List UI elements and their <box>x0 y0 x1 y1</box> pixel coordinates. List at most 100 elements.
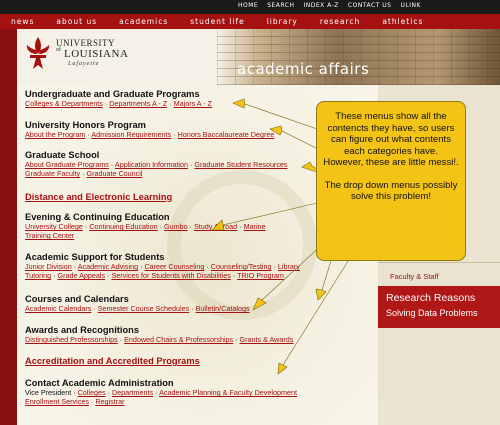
menu-link[interactable]: Study Abroad <box>194 222 237 231</box>
nav-item[interactable]: student life <box>179 14 255 29</box>
university-logo[interactable]: UNIVERSITY of LOUISIANA Lafayette <box>24 36 134 74</box>
page-title: academic affairs <box>237 60 370 78</box>
menu-link[interactable]: Career Counseling <box>144 262 204 271</box>
link-lead-text: Vice President <box>25 388 72 397</box>
menu-link[interactable]: Colleges <box>78 388 106 397</box>
menu-group: Distance and Electronic Learning <box>25 192 172 202</box>
utility-link[interactable]: CONTACT US <box>348 2 392 9</box>
menu-link[interactable]: Tutoring <box>25 271 51 280</box>
group-heading: Awards and Recognitions <box>25 325 139 335</box>
link-line: University College · Continuing Educatio… <box>25 222 266 231</box>
menu-link[interactable]: Distinguished Professorships <box>25 335 118 344</box>
nav-item[interactable]: academics <box>108 14 179 29</box>
menu-link[interactable]: About the Program <box>25 130 85 139</box>
menu-link[interactable]: Departments <box>112 388 153 397</box>
group-heading[interactable]: Distance and Electronic Learning <box>25 192 172 202</box>
link-line: Tutoring · Grade Appeals · Services for … <box>25 271 300 280</box>
menu-link[interactable]: Graduate Faculty <box>25 169 80 178</box>
utility-bar: HOME SEARCH INDEX A-Z CONTACT US ULINK <box>0 0 500 14</box>
link-line: Colleges & Departments · Departments A -… <box>25 99 212 108</box>
menu-link[interactable]: Bulletin/Catalogs <box>196 304 250 313</box>
link-line: Vice President · Colleges · Departments … <box>25 388 297 397</box>
menu-group: Graduate School About Graduate Programs ·… <box>25 150 288 178</box>
menu-link[interactable]: Departments A - Z <box>109 99 167 108</box>
group-heading: Academic Support for Students <box>25 252 165 262</box>
menu-link[interactable]: University College <box>25 222 83 231</box>
menu-link[interactable]: Gumbo <box>164 222 188 231</box>
menu-link[interactable]: Grants & Awards <box>240 335 294 344</box>
menu-link[interactable]: Endowed Chairs & Professorships <box>124 335 233 344</box>
menu-group: Awards and Recognitions Distinguished Pro… <box>25 325 293 344</box>
utility-link[interactable]: HOME <box>238 2 258 9</box>
link-line: Academic Calendars · Semester Course Sch… <box>25 304 250 313</box>
menu-link[interactable]: Honors Baccalaureate Degree <box>178 130 275 139</box>
callout-text-2: The drop down menus possibly solve this … <box>324 179 458 203</box>
menu-link[interactable]: Graduate Council <box>87 169 143 178</box>
menu-link[interactable]: Academic Advising <box>78 262 138 271</box>
group-heading: University Honors Program <box>25 120 146 130</box>
utility-link[interactable]: SEARCH <box>267 2 294 9</box>
menu-group: Courses and Calendars Academic Calendars … <box>25 294 250 313</box>
menu-group: Academic Support for Students Junior Divi… <box>25 252 300 280</box>
link-line: About Graduate Programs · Application In… <box>25 160 288 169</box>
menu-group: Undergraduate and Graduate Programs Colle… <box>25 89 212 108</box>
menu-group: Contact Academic Administration Vice Pres… <box>25 378 297 406</box>
fleur-de-lis-icon <box>26 37 50 69</box>
logo-of: of <box>56 47 61 53</box>
group-heading: Courses and Calendars <box>25 294 129 304</box>
menu-link[interactable]: Semester Course Schedules <box>98 304 190 313</box>
group-heading: Contact Academic Administration <box>25 378 174 388</box>
nav-item[interactable]: library <box>256 14 309 29</box>
link-line: Junior Division · Academic Advising · Ca… <box>25 262 300 271</box>
menu-link[interactable]: Marine <box>244 222 266 231</box>
menu-link[interactable]: About Graduate Programs <box>25 160 109 169</box>
menu-group: Evening & Continuing Education University… <box>25 212 266 240</box>
left-border <box>0 29 17 425</box>
menu-link[interactable]: Graduate Student Resources <box>194 160 287 169</box>
menu-link[interactable]: Counseling/Testing <box>211 262 272 271</box>
link-line: Graduate Faculty · Graduate Council <box>25 169 288 178</box>
menu-link[interactable]: Services for Students with Disabilities <box>111 271 230 280</box>
research-title: Research Reasons <box>386 292 476 304</box>
menu-group: Accreditation and Accredited Programs <box>25 356 200 366</box>
nav-item[interactable]: about us <box>45 14 108 29</box>
menu-link[interactable]: Registrar <box>95 397 124 406</box>
sidebar-divider <box>378 262 500 263</box>
menu-link[interactable]: Training Center <box>25 231 74 240</box>
nav-item[interactable]: research <box>309 14 371 29</box>
callout-text-1: These menus show all the contencts they … <box>323 111 459 168</box>
logo-line2: LOUISIANA <box>64 48 129 60</box>
menu-link[interactable]: Library <box>278 262 300 271</box>
research-banner[interactable]: Research Reasons Solving Data Problems <box>378 286 500 328</box>
menu-link[interactable]: Admission Requirements <box>91 130 171 139</box>
menu-link[interactable]: Academic Calendars <box>25 304 91 313</box>
link-line: Distinguished Professorships · Endowed C… <box>25 335 293 344</box>
nav-item[interactable]: news <box>0 14 45 29</box>
link-line: Training Center <box>25 231 266 240</box>
group-heading: Undergraduate and Graduate Programs <box>25 89 200 99</box>
annotation-callout: These menus show all the contencts they … <box>316 101 466 261</box>
menu-link[interactable]: Grade Appeals <box>58 271 106 280</box>
menu-link[interactable]: Enrollment Services <box>25 397 89 406</box>
research-subtitle: Solving Data Problems <box>386 308 478 318</box>
menu-link[interactable]: Application Information <box>115 160 188 169</box>
nav-item[interactable]: athletics <box>371 14 434 29</box>
logo-line3: Lafayette <box>68 61 100 67</box>
utility-link[interactable]: INDEX A-Z <box>303 2 338 9</box>
link-line: Enrollment Services · Registrar <box>25 397 297 406</box>
menu-link[interactable]: Majors A - Z <box>174 99 212 108</box>
sidebar-item-faculty[interactable]: Faculty & Staff <box>378 272 500 281</box>
group-heading: Evening & Continuing Education <box>25 212 170 222</box>
logo-line1: UNIVERSITY <box>56 38 115 48</box>
menu-link[interactable]: Academic Planning & Faculty Development <box>159 388 297 397</box>
menu-group: University Honors Program About the Progr… <box>25 120 274 139</box>
group-heading[interactable]: Accreditation and Accredited Programs <box>25 356 200 366</box>
main-nav: news about us academics student life library… <box>0 14 500 29</box>
group-heading: Graduate School <box>25 150 100 160</box>
link-line: About the Program · Admission Requiremen… <box>25 130 274 139</box>
utility-link[interactable]: ULINK <box>400 2 420 9</box>
menu-link[interactable]: Colleges & Departments <box>25 99 103 108</box>
menu-link[interactable]: Junior Division <box>25 262 72 271</box>
menu-link[interactable]: Continuing Education <box>89 222 157 231</box>
menu-link[interactable]: TRIO Program <box>237 271 284 280</box>
